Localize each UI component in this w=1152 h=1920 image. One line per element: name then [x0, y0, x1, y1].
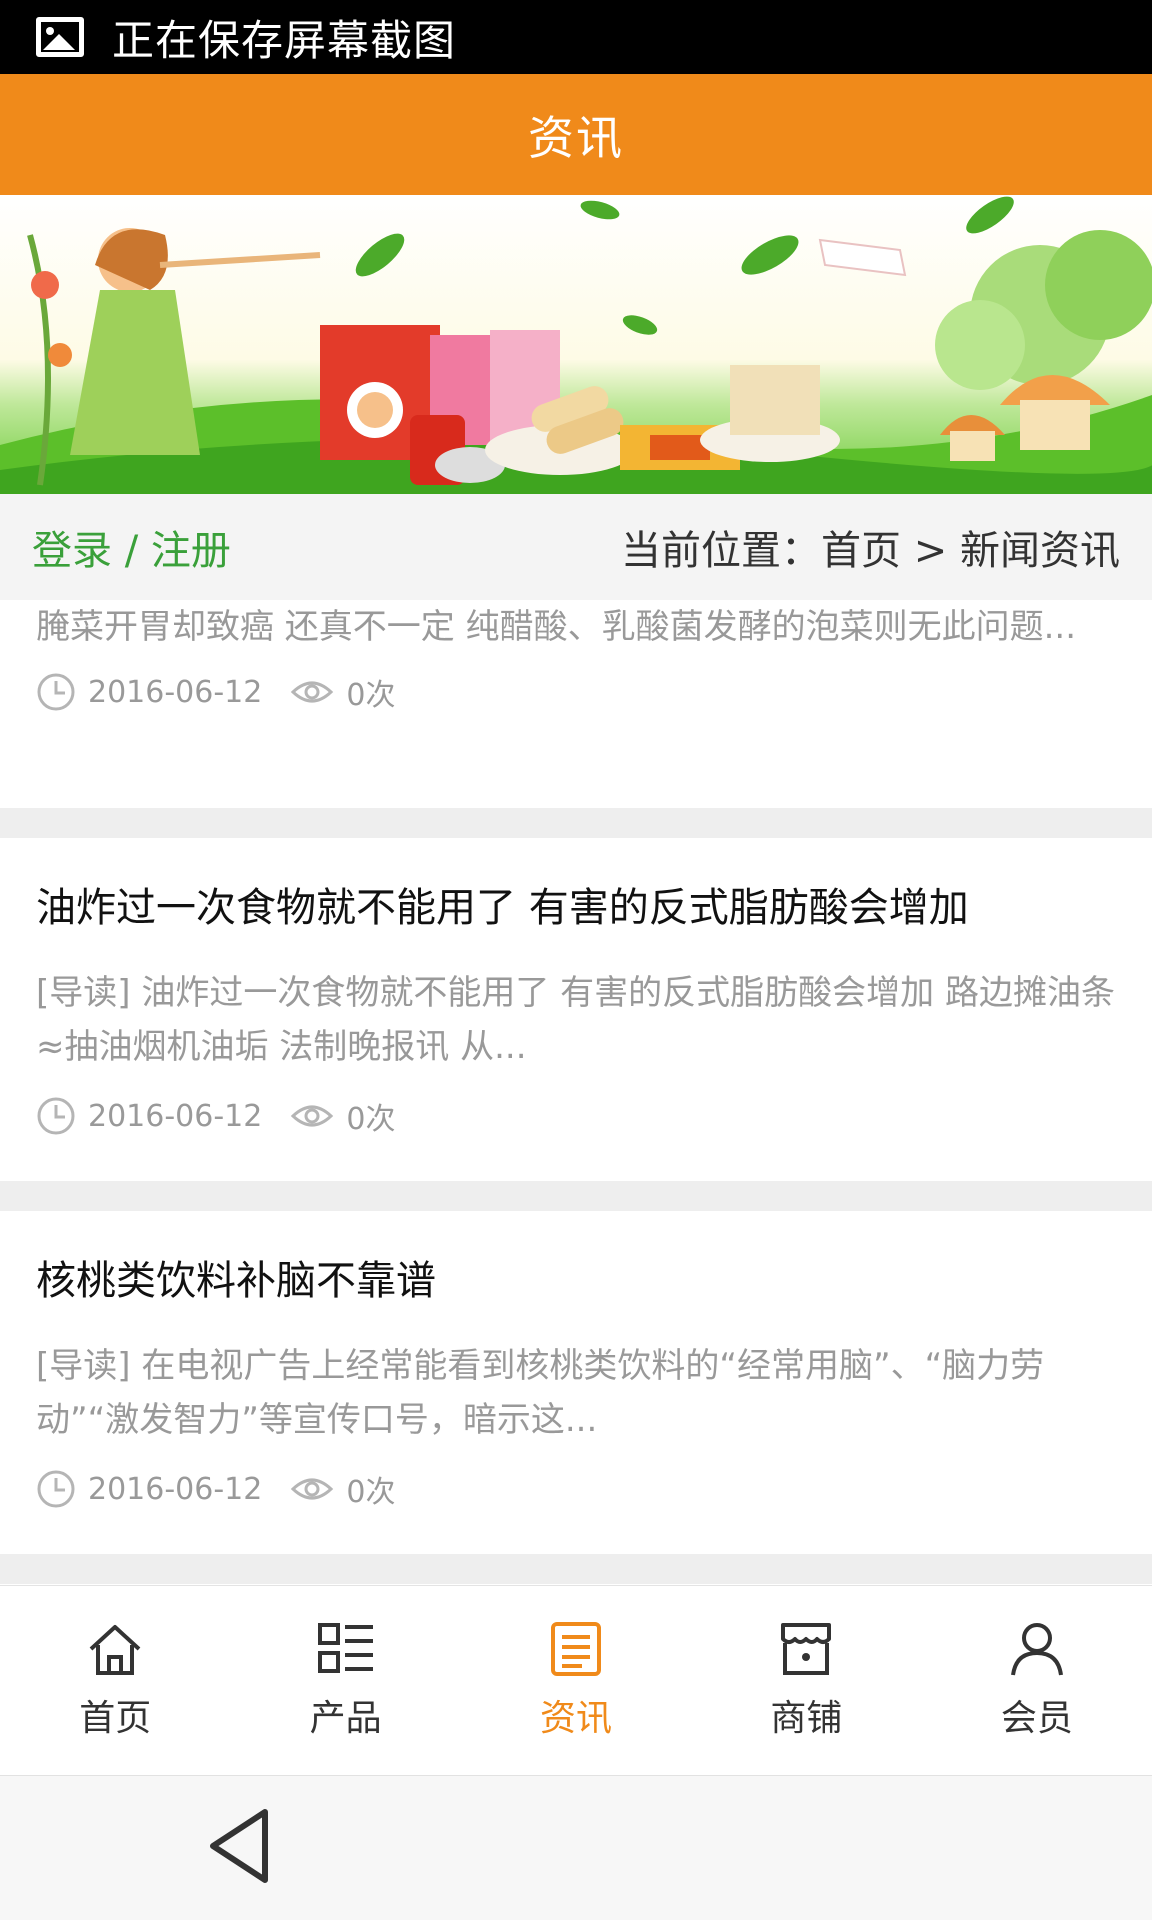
- news-meta: 2016-06-12 0次: [36, 1459, 1116, 1519]
- news-icon: [551, 1621, 602, 1676]
- news-date: 2016-06-12: [88, 1471, 263, 1507]
- status-bar: 正在保存屏幕截图: [0, 0, 1152, 74]
- news-summary: 腌菜开胃却致癌 还真不一定 纯醋酸、乳酸菌发酵的泡菜则无此问题...: [36, 607, 1077, 647]
- clock-icon: [37, 1097, 75, 1135]
- news-item[interactable]: 核桃类饮料补脑不靠谱 [导读] 在电视广告上经常能看到核桃类饮料的“经常用脑”、…: [0, 1211, 1152, 1554]
- news-meta: 2016-06-12 0次: [36, 1086, 1116, 1146]
- tab-label: 会员: [1000, 1697, 1073, 1739]
- banner-illustration: [0, 196, 1152, 494]
- tab-news[interactable]: 资讯: [461, 1586, 691, 1775]
- bottom-tab-bar: 首页 产品 资讯 商铺 会员: [0, 1585, 1152, 1775]
- image-icon: [36, 17, 84, 57]
- tab-home[interactable]: 首页: [0, 1586, 230, 1775]
- clock-icon: [37, 1470, 75, 1508]
- news-summary: [导读] 在电视广告上经常能看到核桃类饮料的“经常用脑”、“脑力劳动”“激发智力…: [36, 1346, 1045, 1440]
- status-text: 正在保存屏幕截图: [112, 15, 457, 65]
- news-title[interactable]: 油炸过一次食物就不能用了 有害的反式脂肪酸会增加: [36, 838, 1116, 938]
- login-register-link[interactable]: 登录 / 注册: [32, 518, 231, 576]
- news-date: 2016-06-12: [88, 1098, 263, 1134]
- divider: [0, 808, 1152, 838]
- eye-icon: [291, 1478, 334, 1500]
- eye-icon: [291, 681, 334, 703]
- divider: [0, 1181, 1152, 1211]
- back-icon[interactable]: [205, 1806, 275, 1886]
- tab-label: 首页: [79, 1697, 152, 1739]
- tab-label: 资讯: [540, 1697, 613, 1739]
- banner-image[interactable]: [0, 195, 1152, 494]
- news-views: 0次: [346, 678, 396, 713]
- home-icon: [89, 1624, 141, 1675]
- tab-products[interactable]: 产品: [230, 1586, 460, 1775]
- news-date: 2016-06-12: [88, 674, 263, 710]
- tab-label: 商铺: [770, 1697, 843, 1739]
- grid-list-icon: [317, 1622, 373, 1673]
- news-item[interactable]: 腌菜开胃却致癌 还真不一定 纯醋酸、乳酸菌发酵的泡菜则无此问题... 2016-…: [0, 600, 1152, 808]
- news-item[interactable]: 油炸过一次食物就不能用了 有害的反式脂肪酸会增加 [导读] 油炸过一次食物就不能…: [0, 838, 1152, 1181]
- tab-shop[interactable]: 商铺: [691, 1586, 921, 1775]
- news-views: 0次: [346, 1475, 396, 1510]
- news-title[interactable]: 核桃类饮料补脑不靠谱: [36, 1211, 1116, 1311]
- news-views: 0次: [346, 1102, 396, 1137]
- news-meta: 2016-06-12 0次: [36, 662, 1116, 722]
- title-bar: 资讯: [0, 74, 1152, 195]
- news-list: 腌菜开胃却致癌 还真不一定 纯醋酸、乳酸菌发酵的泡菜则无此问题... 2016-…: [0, 600, 1152, 1584]
- clock-icon: [37, 673, 75, 711]
- location-bar: 登录 / 注册 当前位置：首页 > 新闻资讯: [0, 494, 1152, 600]
- divider: [0, 1554, 1152, 1584]
- tab-label: 产品: [309, 1697, 382, 1739]
- system-nav-bar: [0, 1775, 1152, 1920]
- news-summary: [导读] 油炸过一次食物就不能用了 有害的反式脂肪酸会增加 路边摊油条≈抽油烟机…: [36, 973, 1115, 1067]
- shop-icon: [781, 1622, 832, 1675]
- eye-icon: [291, 1105, 334, 1127]
- user-icon: [1010, 1622, 1063, 1675]
- page-title: 资讯: [528, 110, 624, 165]
- breadcrumb: 当前位置：首页 > 新闻资讯: [621, 528, 1120, 574]
- tab-member[interactable]: 会员: [922, 1586, 1152, 1775]
